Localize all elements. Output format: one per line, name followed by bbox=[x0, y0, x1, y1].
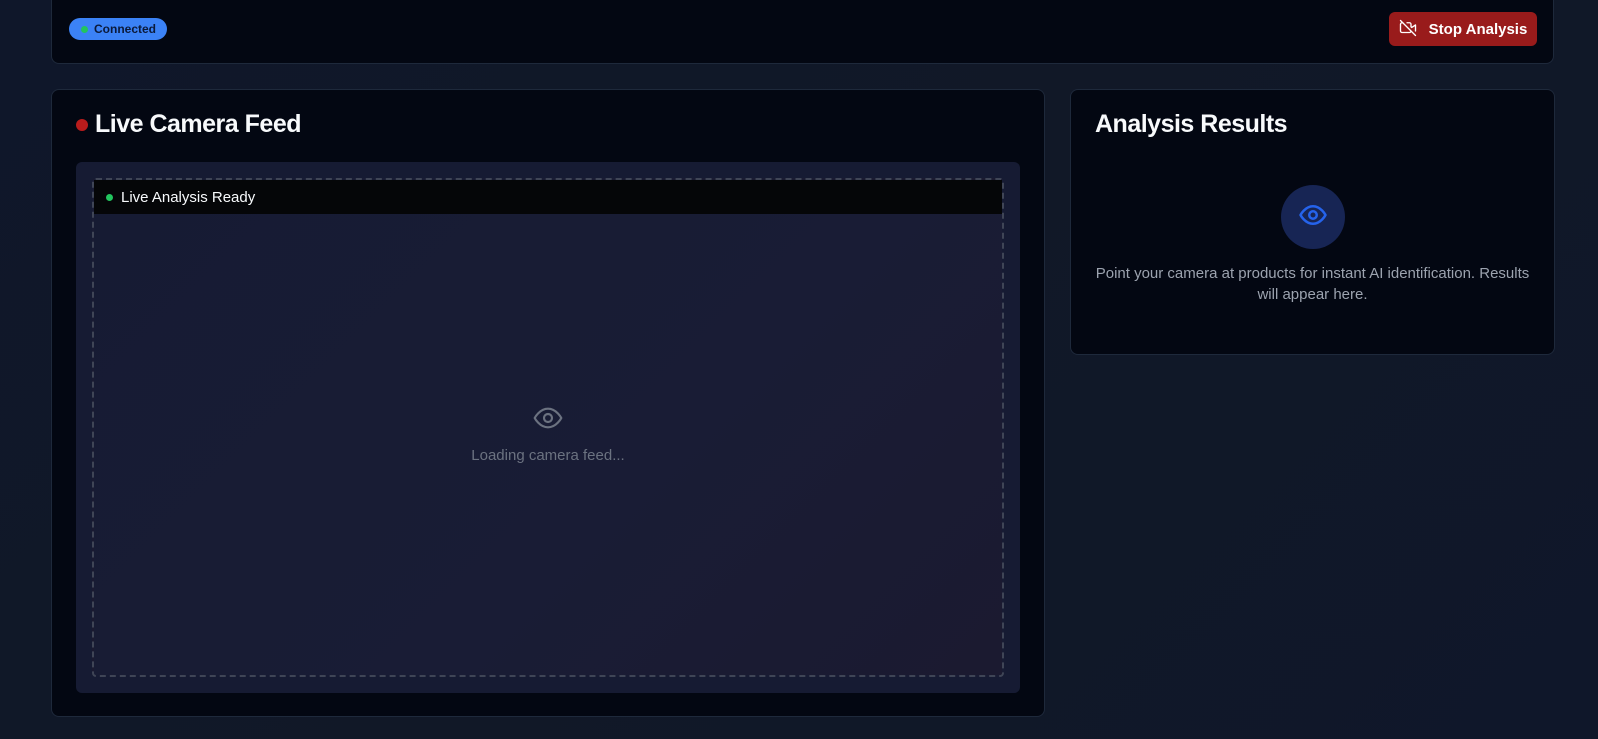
analysis-results-title: Analysis Results bbox=[1095, 110, 1288, 138]
video-off-icon bbox=[1399, 19, 1417, 40]
camera-card-title: Live Camera Feed bbox=[95, 110, 302, 138]
connection-status-label: Connected bbox=[94, 22, 157, 36]
camera-card: Live Camera Feed Live Analysis Ready Loa… bbox=[51, 89, 1045, 717]
top-bar: Connected Stop Analysis bbox=[51, 0, 1554, 64]
stop-analysis-button[interactable]: Stop Analysis bbox=[1389, 12, 1537, 46]
results-empty-state: Point your camera at products for instan… bbox=[1071, 185, 1554, 305]
results-icon-circle bbox=[1280, 185, 1345, 249]
live-analysis-status-bar: Live Analysis Ready bbox=[94, 180, 1002, 214]
camera-card-header: Live Camera Feed bbox=[76, 110, 302, 139]
live-analysis-ready-label: Live Analysis Ready bbox=[121, 188, 256, 206]
live-indicator-dot bbox=[76, 118, 88, 131]
camera-loading-placeholder: Loading camera feed... bbox=[94, 402, 1002, 464]
results-hint-text: Point your camera at products for instan… bbox=[1095, 265, 1530, 303]
status-dot bbox=[81, 25, 88, 33]
ready-dot bbox=[106, 193, 113, 201]
camera-feed-viewport[interactable]: Live Analysis Ready Loading camera feed.… bbox=[92, 178, 1004, 677]
analysis-results-card: Analysis Results Point your camera at pr… bbox=[1070, 89, 1555, 355]
stop-analysis-label: Stop Analysis bbox=[1428, 20, 1528, 38]
eye-icon bbox=[1298, 200, 1328, 235]
loading-camera-label: Loading camera feed... bbox=[471, 447, 625, 464]
camera-feed-container: Live Analysis Ready Loading camera feed.… bbox=[76, 162, 1020, 693]
eye-icon bbox=[532, 402, 564, 439]
connection-status-badge: Connected bbox=[69, 18, 168, 40]
